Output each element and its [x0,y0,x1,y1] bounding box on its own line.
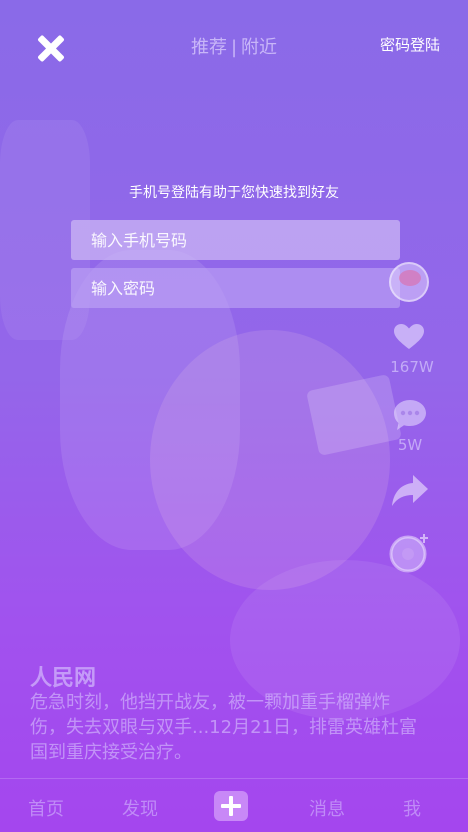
tab-nearby[interactable]: 附近 [241,37,277,58]
like-count: 167W [390,358,434,376]
nav-discover[interactable]: 发现 [122,795,158,821]
post-caption: 危急时刻，他挡开战友，被一颗加重手榴弹炸伤，失去双眼与双手...12月21日，排… [30,692,417,763]
nav-messages[interactable]: 消息 [309,795,345,821]
heart-icon[interactable] [394,324,424,350]
plus-icon[interactable] [214,791,248,821]
password-input[interactable] [71,268,400,308]
password-login-link[interactable]: 密码登陆 [380,34,440,55]
tab-separator: | [230,37,238,58]
post-author[interactable]: 人民网 [30,660,96,692]
login-hint-text: 手机号登陆有助于您快速找到好友 [129,185,339,201]
music-disc-icon[interactable] [388,530,432,574]
author-avatar[interactable] [389,262,429,302]
share-icon[interactable] [391,472,429,508]
nav-home[interactable]: 首页 [28,795,64,821]
bottom-nav: 首页 发现 消息 我 [0,778,468,832]
comment-count: 5W [397,436,423,454]
login-overlay-screen: 推荐|附近 密码登陆 手机号登陆有助于您快速找到好友 167W 5W 人民网 危… [0,0,468,832]
nav-me[interactable]: 我 [403,795,421,821]
comment-icon[interactable] [392,398,428,432]
phone-input[interactable] [71,220,400,260]
tab-recommend[interactable]: 推荐 [191,37,227,58]
